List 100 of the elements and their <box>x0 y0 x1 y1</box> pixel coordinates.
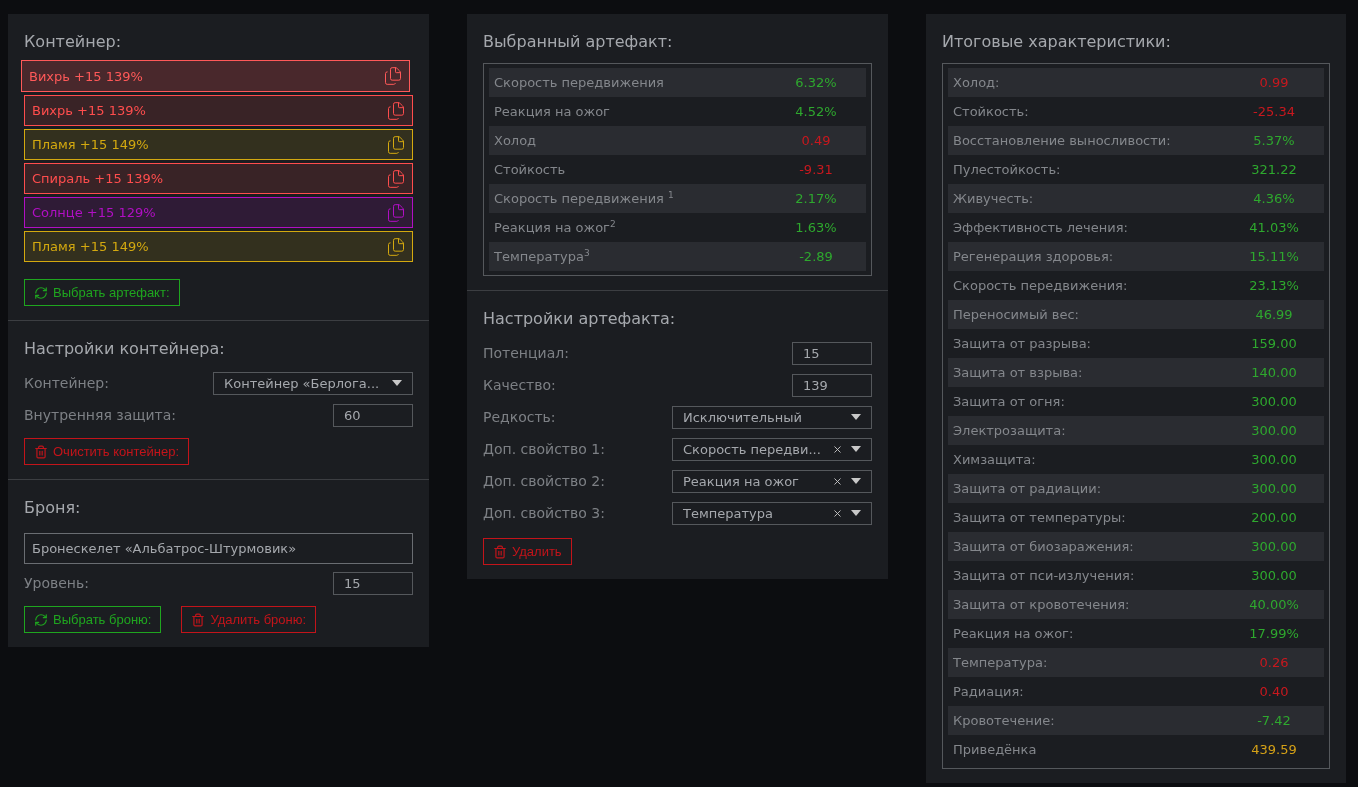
stat-name: Защита от огня: <box>953 394 1066 409</box>
number-field[interactable]: 139 <box>792 373 872 397</box>
stat-value: 4.52% <box>794 104 838 119</box>
clear-icon <box>832 475 843 487</box>
stat-name: Электрозащита: <box>953 423 1067 438</box>
stat-value: 439.59 <box>1250 742 1298 757</box>
stat-value: 300.00 <box>1250 452 1298 467</box>
trash-icon <box>191 612 206 627</box>
stat-value: 46.99 <box>1254 307 1294 322</box>
stat-name: Стойкость <box>494 162 567 177</box>
stat-value: 300.00 <box>1250 539 1298 554</box>
stat-name: Скорость передвижения <box>494 75 665 90</box>
section-title: Выбранный артефакт: <box>483 32 674 51</box>
field-label: Доп. свойство 1: <box>483 441 605 457</box>
stat-name: Температура: <box>953 655 1049 670</box>
stat-name: Реакция на ожог: <box>953 626 1075 641</box>
clear-icon <box>832 507 843 519</box>
caret-icon <box>851 510 861 516</box>
stat-value: -2.89 <box>798 249 834 264</box>
copy-icon[interactable] <box>386 168 406 189</box>
stat-value: 300.00 <box>1250 568 1298 583</box>
caret-icon <box>851 414 861 420</box>
artifact-slot[interactable]: Вихрь +15 139% <box>24 95 413 126</box>
stat-name: Холод: <box>953 75 1001 90</box>
armor-name-field[interactable]: Бронескелет «Альбатрос-Штурмовик» <box>24 533 413 564</box>
stat-name: Скорость передвижения $^{1}$ <box>494 190 675 207</box>
copy-icon[interactable] <box>386 100 406 121</box>
stat-value: 23.13% <box>1248 278 1300 293</box>
copy-icon[interactable] <box>386 134 406 155</box>
stat-name: Защита от радиации: <box>953 481 1103 496</box>
stat-name: Кровотечение: <box>953 713 1056 728</box>
stat-name: Защита от взрыва: <box>953 365 1084 380</box>
stat-value: 200.00 <box>1250 510 1298 525</box>
select-button[interactable]: Выбрать артефакт: <box>24 279 180 306</box>
field-label: Качество: <box>483 377 556 393</box>
stat-value: 300.00 <box>1250 481 1298 496</box>
dropdown[interactable]: Температура <box>672 501 872 525</box>
trash-icon <box>34 444 48 459</box>
stat-value: 140.00 <box>1250 365 1298 380</box>
stat-name: Приведёнка <box>953 742 1038 757</box>
artifact-slot[interactable]: Пламя +15 149% <box>24 129 413 160</box>
stat-name: Переносимый вес: <box>953 307 1080 322</box>
dropdown[interactable]: Скорость передви... <box>672 437 872 461</box>
stat-name: Защита от пси-излучения: <box>953 568 1136 583</box>
dropdown[interactable]: Контейнер «Берлога... <box>213 371 413 395</box>
stat-name: Защита от температуры: <box>953 510 1127 525</box>
stat-value: 5.37% <box>1252 133 1296 148</box>
section-title: Настройки артефакта: <box>483 309 677 328</box>
stat-value: 159.00 <box>1250 336 1298 351</box>
stat-name: Реакция на ожог <box>494 104 611 119</box>
stat-value: -25.34 <box>1252 104 1296 119</box>
copy-icon[interactable] <box>386 202 406 223</box>
stat-name: Стойкость: <box>953 104 1030 119</box>
number-field[interactable]: 60 <box>333 403 413 427</box>
field-label: Контейнер: <box>24 375 109 391</box>
copy-icon[interactable] <box>386 236 406 257</box>
clear-icon <box>832 443 843 455</box>
stat-value: 0.40 <box>1258 684 1290 699</box>
select-button[interactable]: Выбрать броню: <box>24 606 162 633</box>
stat-name: Регенерация здоровья: <box>953 249 1115 264</box>
stat-name: Химзащита: <box>953 452 1037 467</box>
stat-value: 41.03% <box>1248 220 1300 235</box>
stat-name: Холод <box>494 133 538 148</box>
stat-name: Пулестойкость: <box>953 162 1062 177</box>
field-label: Внутренняя защита: <box>24 407 177 423</box>
section-title: Настройки контейнера: <box>24 339 226 358</box>
stat-value: 0.99 <box>1258 75 1290 90</box>
caret-icon <box>851 446 861 452</box>
artifact-slot[interactable]: Пламя +15 149% <box>24 231 413 262</box>
stat-value: 40.00% <box>1248 597 1300 612</box>
dropdown[interactable]: Реакция на ожог <box>672 469 872 493</box>
stat-name: Защита от разрыва: <box>953 336 1092 351</box>
copy-icon[interactable] <box>383 66 403 86</box>
field-label: Уровень: <box>24 575 89 591</box>
artifact-slot[interactable]: Спираль +15 139% <box>24 163 413 194</box>
stat-value: 0.49 <box>800 133 832 148</box>
stat-value: 321.22 <box>1250 162 1298 177</box>
stat-name: Защита от биозаражения: <box>953 539 1135 554</box>
section-title: Броня: <box>24 498 82 517</box>
field-label: Потенциал: <box>483 345 569 361</box>
stat-value: 0.26 <box>1258 655 1290 670</box>
stat-name: Температура$^{3}$ <box>494 248 591 265</box>
stat-name: Реакция на ожог$^{2}$ <box>494 219 617 236</box>
stat-name: Живучесть: <box>953 191 1035 206</box>
section-title: Контейнер: <box>24 32 123 51</box>
dropdown[interactable]: Исключительный <box>672 405 872 429</box>
section-title: Итоговые характеристики: <box>942 32 1172 51</box>
caret-icon <box>392 380 402 386</box>
stat-value: 17.99% <box>1248 626 1300 641</box>
stat-value: 300.00 <box>1250 394 1298 409</box>
trash-icon <box>493 544 507 559</box>
artifact-slot[interactable]: Вихрь +15 139% <box>21 60 410 92</box>
number-field[interactable]: 15 <box>792 341 872 365</box>
field-label: Редкость: <box>483 409 556 425</box>
number-field[interactable]: 15 <box>333 571 413 595</box>
stat-name: Скорость передвижения: <box>953 278 1129 293</box>
stat-name: Эффективность лечения: <box>953 220 1129 235</box>
stat-name: Радиация: <box>953 684 1025 699</box>
caret-icon <box>851 478 861 484</box>
field-label: Доп. свойство 3: <box>483 505 605 521</box>
